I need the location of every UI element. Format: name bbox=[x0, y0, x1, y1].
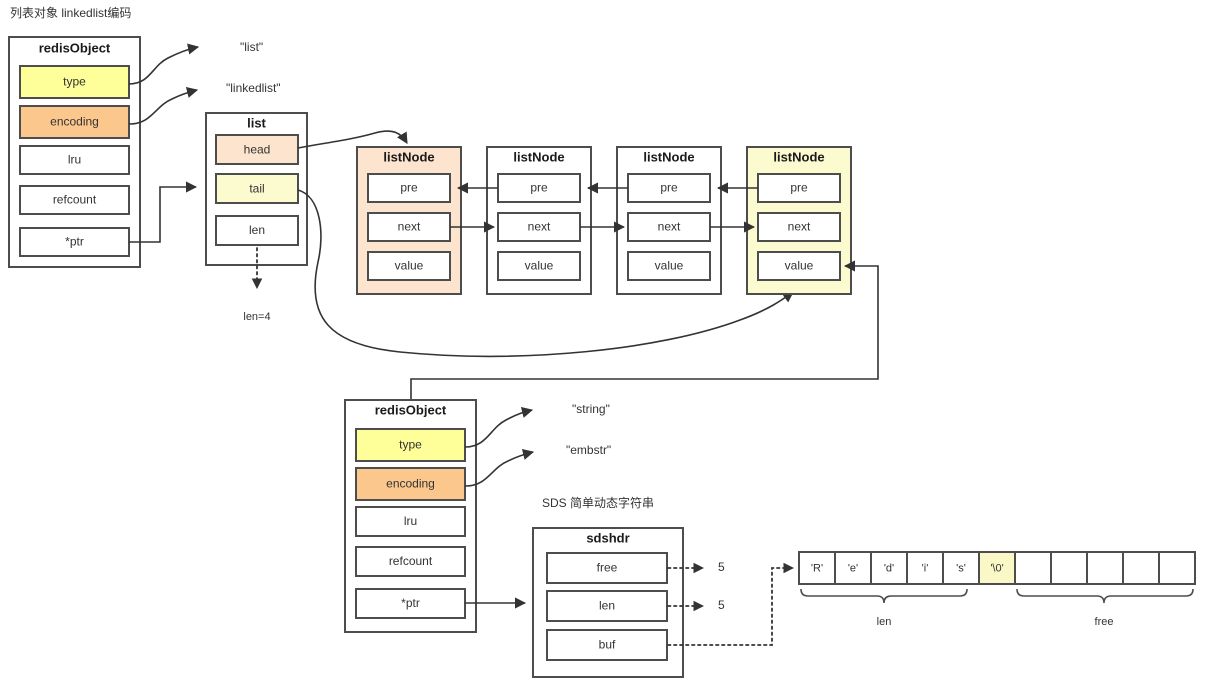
top-field-type-label: type bbox=[63, 75, 86, 89]
listnode-3-pre-label: pre bbox=[660, 181, 678, 195]
top-field-refcount-label: refcount bbox=[53, 193, 97, 207]
listnode-3[interactable]: listNode pre next value bbox=[616, 146, 722, 295]
bottom-redisobject-title: redisObject bbox=[375, 402, 447, 417]
diagram-canvas: 列表对象 linkedlist编码 redisObject type encod… bbox=[0, 0, 1205, 685]
arrow-head-to-node1 bbox=[297, 130, 408, 149]
sdshdr-free-label: free bbox=[597, 561, 618, 575]
brace-len-label: len bbox=[877, 616, 892, 628]
buffer-cell-5-text: '\0' bbox=[990, 562, 1003, 574]
buffer-cell-9[interactable] bbox=[1122, 551, 1160, 585]
listnode-1-title: listNode bbox=[383, 149, 434, 164]
list-struct-title: list bbox=[247, 115, 266, 130]
list-len-note: len=4 bbox=[243, 311, 270, 323]
buffer-cell-1-text: 'e' bbox=[848, 562, 858, 574]
list-field-tail-label: tail bbox=[249, 182, 264, 196]
buffer-cell-7[interactable] bbox=[1050, 551, 1088, 585]
listnode-2[interactable]: listNode pre next value bbox=[486, 146, 592, 295]
brace-free-label: free bbox=[1095, 616, 1114, 628]
listnode-3-title: listNode bbox=[643, 149, 694, 164]
bottom-field-refcount-label: refcount bbox=[389, 554, 433, 568]
listnode-1-value-label: value bbox=[395, 259, 424, 273]
buffer-cell-3-text: 'i' bbox=[922, 562, 929, 574]
listnode-2-next-label: next bbox=[528, 220, 551, 234]
top-redisobject-title: redisObject bbox=[39, 40, 111, 55]
listnode-4-value-label: value bbox=[785, 259, 814, 273]
buffer-cell-4-text: 's' bbox=[956, 562, 966, 574]
listnode-4-next-label: next bbox=[788, 220, 811, 234]
list-field-len-label: len bbox=[249, 223, 265, 237]
top-type-value: "list" bbox=[240, 40, 263, 54]
bottom-field-lru-label: lru bbox=[404, 514, 417, 528]
diagram-svg: redisObject type encoding lru refcount *… bbox=[8, 36, 1196, 678]
top-redisobject[interactable]: redisObject type encoding lru refcount *… bbox=[8, 36, 141, 268]
brace-len bbox=[800, 588, 968, 604]
listnode-2-title: listNode bbox=[513, 149, 564, 164]
buffer-cell-8[interactable] bbox=[1086, 551, 1124, 585]
sds-caption: SDS 简单动态字符串 bbox=[542, 495, 654, 510]
buffer-cell-10[interactable] bbox=[1158, 551, 1196, 585]
sdshdr-len-label: len bbox=[599, 599, 615, 613]
listnode-3-next-label: next bbox=[658, 220, 681, 234]
top-encoding-value: "linkedlist" bbox=[226, 81, 281, 95]
bottom-redisobject[interactable]: redisObject type encoding lru refcount *… bbox=[344, 399, 477, 633]
top-field-ptr-label: *ptr bbox=[65, 235, 84, 249]
bottom-field-type-label: type bbox=[399, 438, 422, 452]
top-field-lru-label: lru bbox=[68, 153, 81, 167]
listnode-1-next-label: next bbox=[398, 220, 421, 234]
bottom-encoding-value: "embstr" bbox=[566, 443, 611, 457]
list-struct[interactable]: list head tail len bbox=[205, 112, 308, 266]
sdshdr-buf-label: buf bbox=[599, 638, 616, 652]
buffer-array[interactable]: 'R' 'e' 'd' 'i' 's' '\0' bbox=[798, 551, 1196, 585]
listnode-1-pre-label: pre bbox=[400, 181, 418, 195]
sdshdr-len-value: 5 bbox=[718, 598, 725, 612]
listnode-4[interactable]: listNode pre next value bbox=[746, 146, 852, 295]
listnode-2-pre-label: pre bbox=[530, 181, 548, 195]
listnode-4-title: listNode bbox=[773, 149, 824, 164]
top-field-encoding-label: encoding bbox=[50, 115, 99, 129]
sdshdr-free-value: 5 bbox=[718, 560, 725, 574]
buffer-cell-0-text: 'R' bbox=[811, 562, 823, 574]
buffer-cell-2-text: 'd' bbox=[884, 562, 894, 574]
bottom-field-ptr-label: *ptr bbox=[401, 596, 420, 610]
bottom-field-encoding-label: encoding bbox=[386, 477, 435, 491]
listnode-1[interactable]: listNode pre next value bbox=[356, 146, 462, 295]
listnode-2-value-label: value bbox=[525, 259, 554, 273]
sdshdr-title: sdshdr bbox=[586, 530, 629, 545]
listnode-3-value-label: value bbox=[655, 259, 684, 273]
listnode-4-pre-label: pre bbox=[790, 181, 808, 195]
bottom-type-value: "string" bbox=[572, 402, 610, 416]
buffer-cell-6[interactable] bbox=[1014, 551, 1052, 585]
brace-free bbox=[1016, 588, 1194, 604]
list-field-head-label: head bbox=[244, 143, 271, 157]
sdshdr-struct[interactable]: sdshdr free len buf bbox=[532, 527, 684, 678]
